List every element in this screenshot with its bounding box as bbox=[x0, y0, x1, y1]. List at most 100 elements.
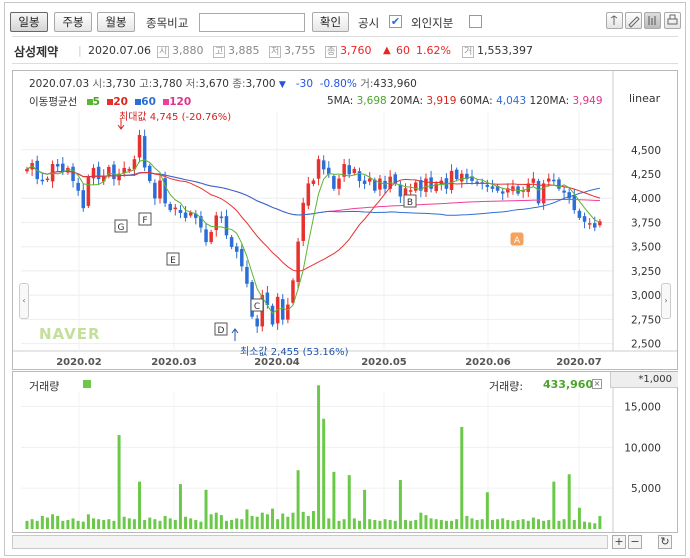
horizontal-scrollbar[interactable] bbox=[12, 535, 608, 549]
volume-bar bbox=[51, 514, 55, 529]
scale-mode[interactable]: linear bbox=[629, 92, 660, 105]
y-tick-label: 3,750 bbox=[631, 217, 661, 229]
volume-bar bbox=[598, 515, 602, 529]
y-tick-label: 4,250 bbox=[631, 169, 661, 181]
tab-daily[interactable]: 일봉 bbox=[10, 12, 48, 32]
volume-bar bbox=[368, 519, 372, 529]
y-tick-label: 15,000 bbox=[624, 402, 661, 414]
compare-input[interactable] bbox=[199, 13, 305, 32]
divider bbox=[12, 63, 678, 64]
volume-bar bbox=[547, 520, 551, 529]
volume-bar bbox=[122, 516, 126, 529]
volume-value: 1,553,397 bbox=[477, 44, 533, 57]
x-tick-label: 2020.03 bbox=[151, 357, 197, 368]
candle bbox=[245, 266, 249, 284]
volume-bar bbox=[577, 507, 581, 529]
y-tick-label: 10,000 bbox=[624, 442, 661, 454]
event-marker-label: C bbox=[254, 302, 260, 312]
zoom-out-icon[interactable]: − bbox=[628, 535, 642, 549]
volume-bar bbox=[35, 520, 39, 529]
volume-bar bbox=[235, 518, 239, 529]
candle bbox=[378, 178, 382, 190]
price-chart[interactable]: 4,500 4,250 4,000 3,750 3,500 3,250 3,000 2,750… bbox=[12, 70, 678, 370]
confirm-button[interactable]: 확인 bbox=[312, 12, 349, 32]
volume-bar bbox=[485, 492, 489, 529]
volume-bar bbox=[311, 511, 315, 529]
volume-bar bbox=[91, 518, 95, 529]
volume-bar bbox=[501, 518, 505, 529]
volume-bar bbox=[240, 519, 244, 529]
stock-name: 삼성제약 bbox=[14, 45, 59, 59]
candle bbox=[173, 207, 178, 210]
volume-bar bbox=[398, 480, 402, 529]
stock-date: 2020.07.06 bbox=[88, 44, 151, 57]
zoom-in-icon[interactable]: + bbox=[612, 535, 626, 549]
x-tick-label: 2020.06 bbox=[465, 357, 511, 368]
volume-label: 거래량: bbox=[489, 380, 524, 393]
info-tool-icon[interactable] bbox=[644, 12, 661, 29]
change-pct: 1.62% bbox=[416, 44, 451, 57]
volume-chart[interactable]: 15,000 10,000 5,000 거래량 거래량: 433,960 × *1,… bbox=[12, 371, 678, 533]
volume-bar bbox=[429, 518, 433, 529]
candle bbox=[306, 183, 311, 206]
tab-monthly[interactable]: 월봉 bbox=[97, 12, 135, 32]
y-tick-label: 4,500 bbox=[631, 145, 661, 157]
y-tick-label: 2,750 bbox=[631, 314, 661, 326]
volume-bar bbox=[148, 517, 152, 529]
candle bbox=[76, 182, 80, 191]
change-arrow: ▲ bbox=[383, 45, 391, 56]
volume-bar bbox=[434, 519, 438, 529]
candle bbox=[25, 168, 29, 172]
scroll-left-handle[interactable]: ‹ bbox=[19, 283, 29, 319]
volume-bar bbox=[337, 520, 341, 529]
candle bbox=[209, 231, 213, 243]
volume-bar bbox=[127, 518, 131, 529]
reset-icon[interactable]: ↻ bbox=[658, 535, 672, 549]
draw-tool-icon[interactable] bbox=[625, 12, 642, 29]
volume-bar bbox=[132, 519, 136, 529]
volume-bar bbox=[173, 520, 177, 529]
volume-bar bbox=[363, 489, 367, 529]
info-line: 2020.07.03 시:3,730 고:3,780 저:3,670 종:3,7… bbox=[29, 78, 417, 90]
print-icon[interactable] bbox=[664, 12, 681, 29]
candle bbox=[413, 182, 418, 191]
candle bbox=[255, 318, 259, 327]
candle bbox=[86, 176, 91, 206]
y-tick-label: 3,250 bbox=[631, 266, 661, 278]
volume-bar bbox=[163, 515, 167, 529]
volume-bar bbox=[138, 481, 142, 529]
foreign-checkbox[interactable] bbox=[469, 15, 482, 28]
event-marker-label: E bbox=[170, 256, 176, 266]
volume-bar bbox=[194, 520, 198, 529]
volume-bar bbox=[388, 520, 392, 529]
volume-bar bbox=[342, 519, 346, 529]
volume-bar bbox=[102, 520, 106, 529]
disclosure-checkbox[interactable]: ✔ bbox=[389, 15, 402, 28]
volume-bar bbox=[460, 426, 464, 529]
divider bbox=[12, 36, 678, 37]
scroll-right-handle[interactable]: › bbox=[661, 283, 671, 319]
volume-bar bbox=[245, 509, 249, 529]
candle bbox=[137, 134, 142, 158]
candle bbox=[229, 237, 234, 247]
min-label: 최소값 2,455 (53.16%) bbox=[240, 347, 349, 358]
high-icon: 고 bbox=[213, 46, 226, 58]
close-icon[interactable]: × bbox=[592, 379, 602, 389]
candle bbox=[112, 164, 116, 180]
volume-bar bbox=[301, 511, 305, 529]
volume-bar bbox=[327, 518, 331, 529]
tab-weekly[interactable]: 주봉 bbox=[54, 12, 92, 32]
candle bbox=[408, 190, 413, 192]
y-tick-label: 3,000 bbox=[631, 290, 661, 302]
volume-bar bbox=[168, 518, 172, 529]
change-value: 60 bbox=[396, 44, 410, 57]
crosshair-tool-icon[interactable] bbox=[606, 12, 623, 29]
volume-bar bbox=[552, 481, 556, 529]
candle bbox=[281, 299, 285, 320]
volume-title: 거래량 bbox=[29, 380, 60, 393]
volume-bar bbox=[178, 484, 182, 529]
volume-bar bbox=[542, 520, 546, 529]
candle bbox=[577, 210, 582, 218]
volume-value: 433,960 bbox=[543, 378, 594, 391]
volume-icon: 거 bbox=[462, 46, 475, 58]
